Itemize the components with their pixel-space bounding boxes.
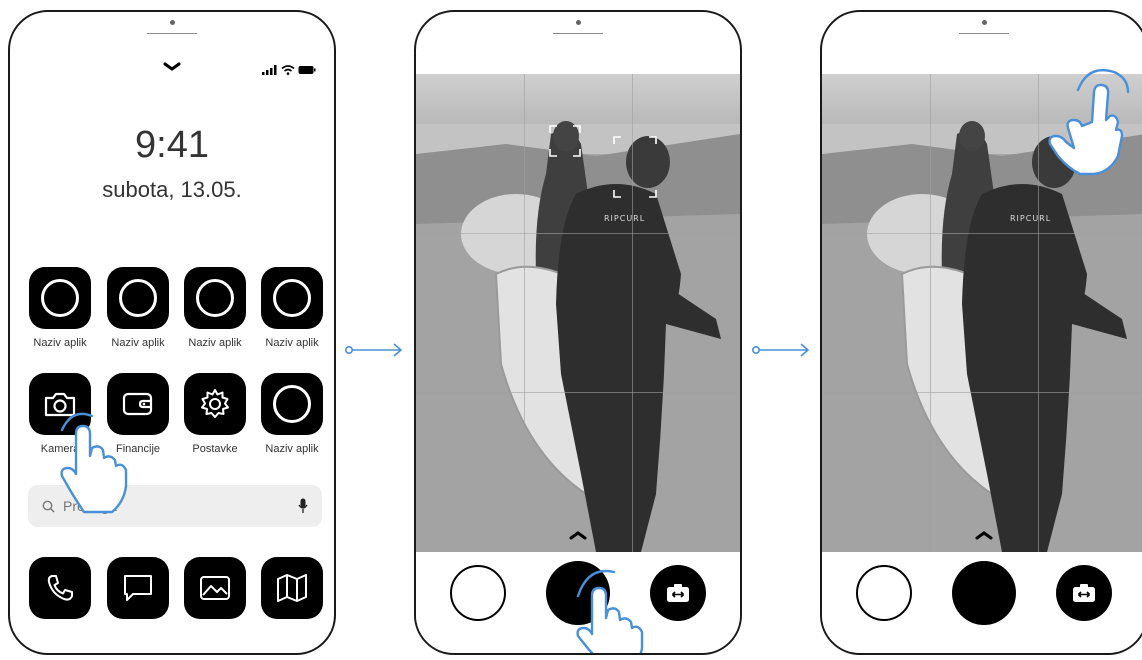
camera-viewfinder[interactable]: RIPCURL (416, 74, 740, 552)
app-postavke[interactable]: Postavke (182, 373, 248, 455)
grid-line (822, 233, 1142, 234)
chevron-down-icon[interactable] (163, 62, 181, 72)
phone-home-screen: 9:41 subota, 13.05. Naziv aplik Naziv ap… (8, 10, 336, 655)
camera-dot (169, 20, 175, 25)
gallery-icon (200, 576, 230, 600)
flow-arrow-icon (751, 343, 810, 357)
app-placeholder-1[interactable]: Naziv aplik (27, 267, 93, 349)
speaker-line (147, 33, 197, 34)
flow-arrow-icon (344, 343, 403, 357)
circle-icon (196, 279, 234, 317)
dock-maps[interactable] (261, 557, 323, 619)
grid-line (416, 392, 740, 393)
status-bar (262, 65, 316, 75)
tap-gesture-icon (1048, 68, 1130, 176)
phone-icon (47, 575, 73, 601)
circle-icon (273, 385, 311, 423)
tap-gesture-icon (576, 569, 644, 653)
app-placeholder-4[interactable]: Naziv aplik (259, 267, 325, 349)
microphone-icon[interactable] (298, 498, 308, 514)
grid-line (416, 233, 740, 234)
grid-line (1038, 74, 1039, 552)
camera-dot (981, 20, 987, 25)
dock-messages[interactable] (107, 557, 169, 619)
map-icon (277, 574, 307, 602)
speaker-line (553, 33, 603, 34)
signal-icon (262, 65, 277, 75)
app-label: Naziv aplik (188, 337, 242, 349)
switch-camera-button[interactable] (650, 565, 706, 621)
focus-frame-icon (549, 125, 581, 157)
dock-phone[interactable] (29, 557, 91, 619)
dock-gallery[interactable] (184, 557, 246, 619)
app-placeholder-2[interactable]: Naziv aplik (105, 267, 171, 349)
app-label: Naziv aplik (33, 337, 87, 349)
grid-line (822, 392, 1142, 393)
app-label: Postavke (192, 443, 238, 455)
app-label: Naziv aplik (111, 337, 165, 349)
camera-dot (575, 20, 581, 25)
circle-icon (273, 279, 311, 317)
phone-camera-screen: RIPCURL (414, 10, 742, 655)
phone-camera-screen: RIPCURL (820, 10, 1142, 655)
circle-icon (41, 279, 79, 317)
app-label: Naziv aplik (265, 337, 319, 349)
switch-camera-button[interactable] (1056, 565, 1112, 621)
speaker-line (959, 33, 1009, 34)
switch-camera-icon (667, 584, 689, 602)
app-placeholder-5[interactable]: Naziv aplik (259, 373, 325, 455)
wifi-icon (281, 65, 295, 75)
svg-text:RIPCURL: RIPCURL (604, 214, 645, 223)
message-icon (124, 575, 152, 601)
focus-frame-icon (613, 136, 657, 198)
svg-text:RIPCURL: RIPCURL (1010, 214, 1051, 223)
circle-icon (119, 279, 157, 317)
tap-gesture-icon (60, 412, 128, 514)
switch-camera-icon (1073, 584, 1095, 602)
gallery-preview-button[interactable] (856, 565, 912, 621)
app-placeholder-3[interactable]: Naziv aplik (182, 267, 248, 349)
shutter-button[interactable] (952, 561, 1016, 625)
chevron-up-icon[interactable] (975, 530, 993, 540)
chevron-up-icon[interactable] (569, 530, 587, 540)
grid-line (930, 74, 931, 552)
app-label: Naziv aplik (265, 443, 319, 455)
gallery-preview-button[interactable] (450, 565, 506, 621)
clock-date: subota, 13.05. (102, 177, 242, 202)
battery-icon (298, 66, 316, 74)
clock-time: 9:41 (135, 124, 209, 166)
grid-line (524, 74, 525, 552)
gear-icon (201, 389, 229, 418)
